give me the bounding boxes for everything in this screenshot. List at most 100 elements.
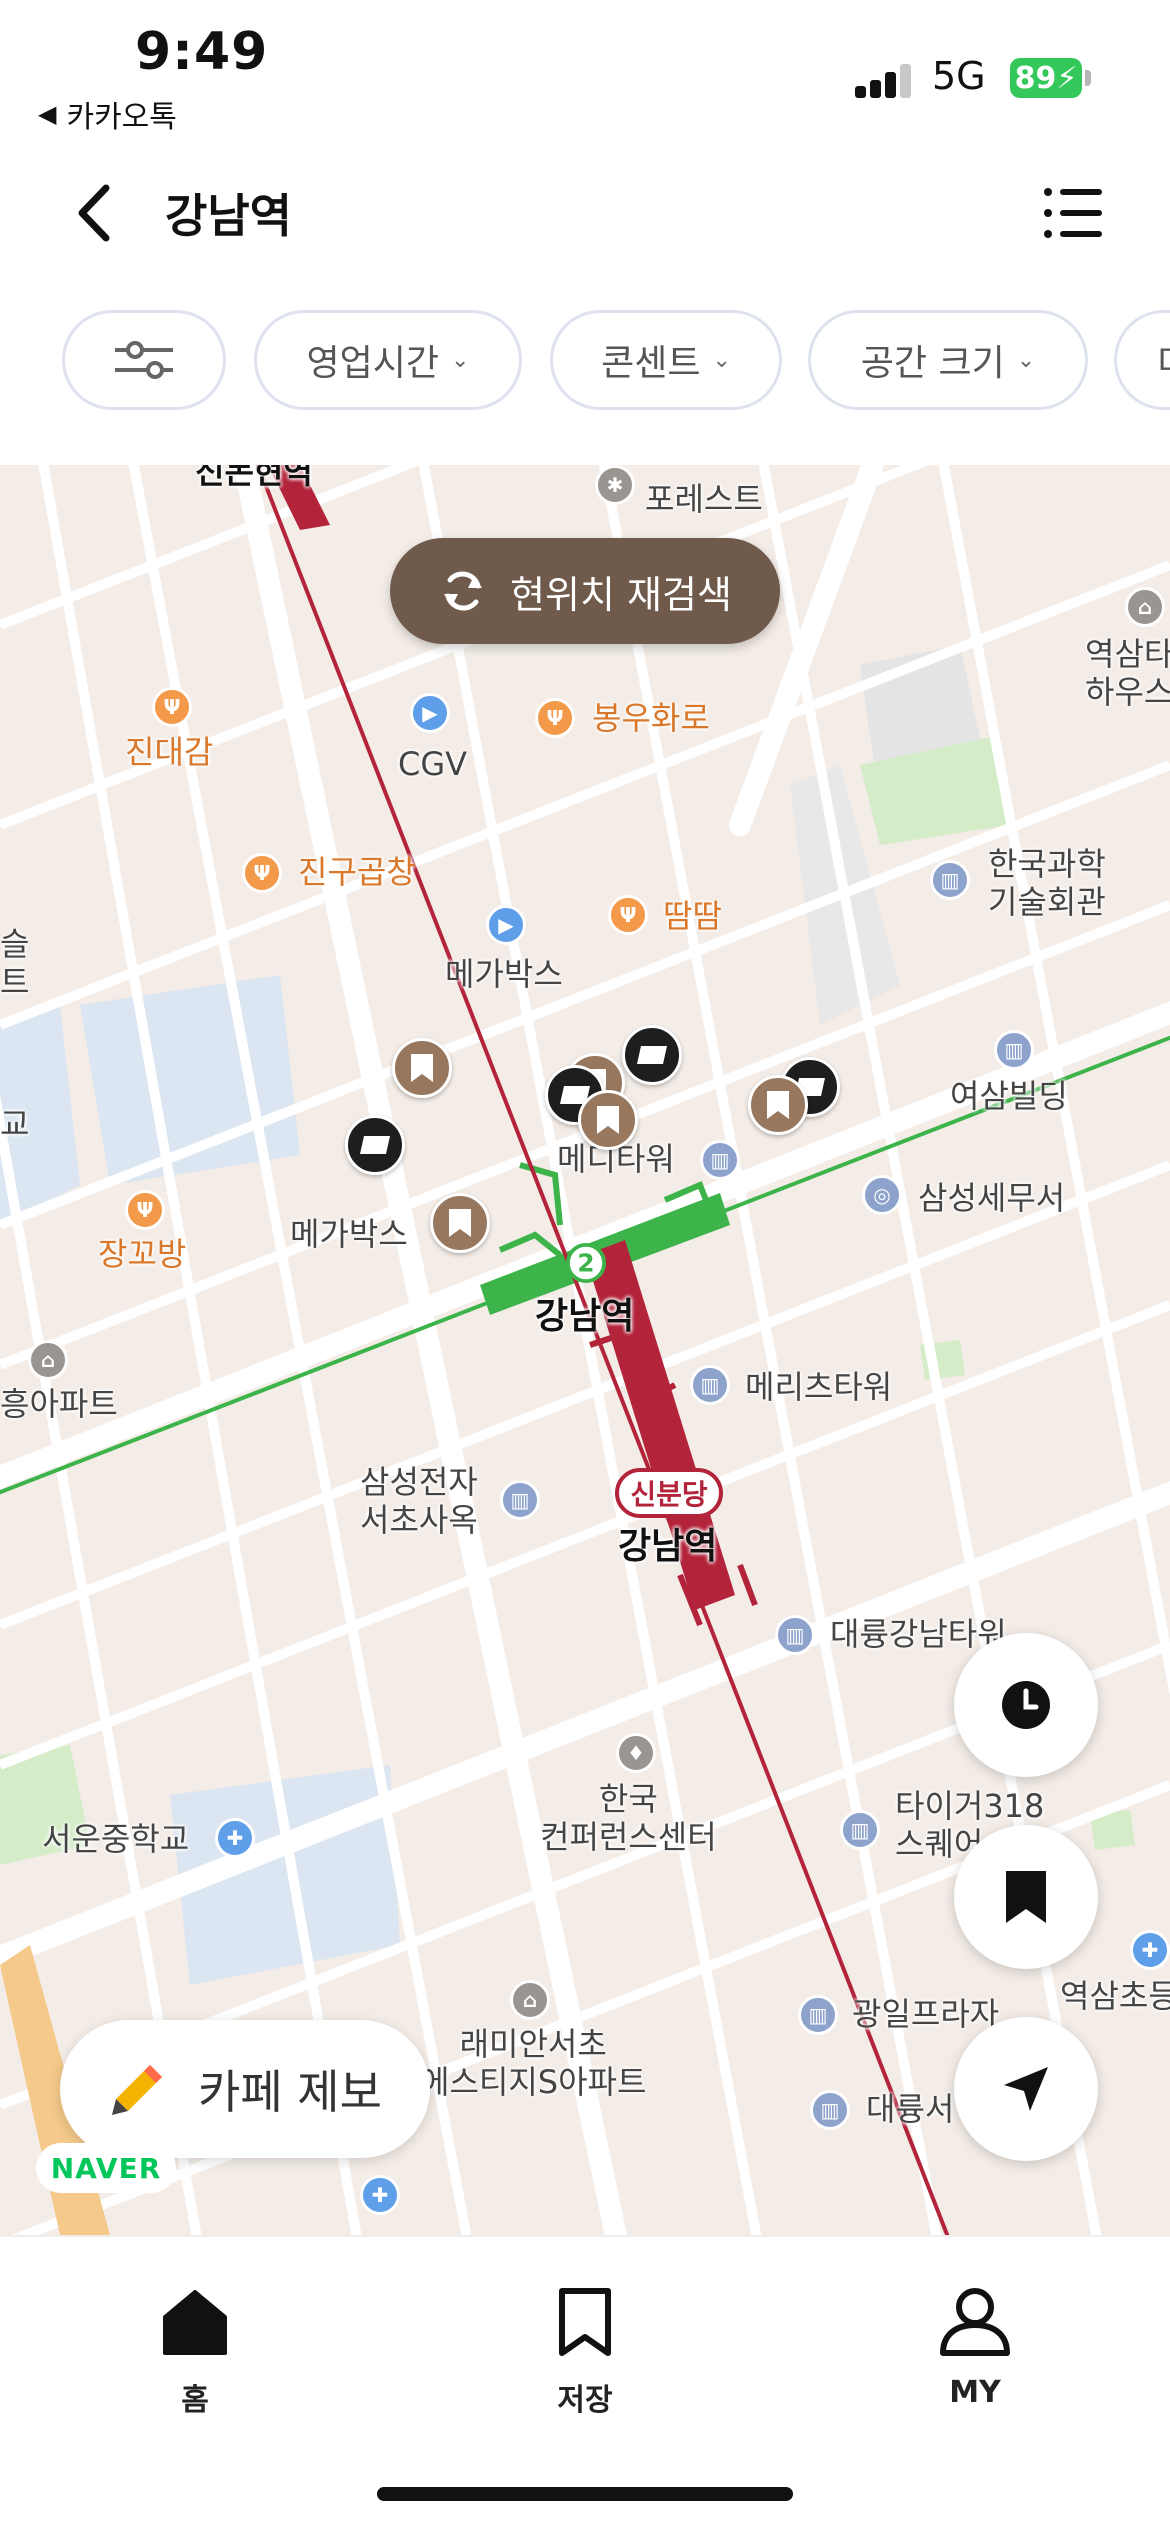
map-label: 삼성세무서: [918, 1179, 1066, 1217]
filter-hours-label: 영업시간: [306, 343, 440, 384]
battery-level: 89: [1014, 60, 1057, 96]
chevron-down-icon: ⌄: [712, 347, 731, 373]
report-cafe-button[interactable]: 카페 제보: [60, 2020, 430, 2158]
government-icon: ◎: [862, 1175, 902, 1215]
research-here-button[interactable]: 현위치 재검색: [390, 538, 780, 644]
filter-outlet-label: 콘센트: [601, 343, 701, 384]
list-view-icon[interactable]: [1040, 180, 1106, 246]
station-label-sinbundang[interactable]: 강남역: [618, 1525, 717, 1568]
apartment-icon: ⌂: [1125, 587, 1165, 627]
map-label: 봉우화로: [592, 699, 710, 737]
line2-badge-icon: 2: [566, 1243, 606, 1283]
signal-icon: [855, 62, 915, 98]
building-icon: ▥: [810, 2090, 850, 2130]
study-cafe-pin[interactable]: [622, 1025, 682, 1085]
naver-logo: NAVER: [36, 2143, 176, 2193]
network-label: 5G: [932, 54, 986, 98]
cinema-icon: ▶: [410, 693, 450, 733]
bookmark-icon: [449, 1209, 471, 1237]
back-app-label: 카카오톡: [66, 100, 177, 135]
school-icon: ✚: [360, 2175, 400, 2215]
clock-icon: [1002, 1681, 1050, 1729]
bookmark-outline-icon: [559, 2288, 611, 2356]
map-label: 진대감: [125, 733, 214, 771]
nav-my[interactable]: MY: [895, 2287, 1055, 2410]
map-label: 대륭서: [866, 2090, 955, 2128]
landmark-icon: ♦: [616, 1733, 656, 1773]
restaurant-icon: Ψ: [242, 853, 282, 893]
map-base: [0, 465, 1170, 2235]
cafe-pin[interactable]: [748, 1075, 808, 1135]
nav-my-label: MY: [949, 2375, 1001, 2410]
restaurant-icon: Ψ: [125, 1190, 165, 1230]
filter-space-label: 공간 크기: [860, 343, 1005, 384]
ticket-icon: [637, 1046, 667, 1064]
navigation-arrow-icon: [1004, 2067, 1048, 2111]
saved-places-button[interactable]: [954, 1825, 1098, 1969]
chevron-down-icon: ⌄: [451, 347, 470, 373]
map-label: 메가박스: [290, 1215, 408, 1253]
cafe-pin[interactable]: [578, 1090, 638, 1150]
map-label: CGV: [398, 745, 468, 783]
nav-home-label: 홈: [181, 2383, 209, 2418]
map-view[interactable]: 신논현역 포레스트 ✱ Ψ 진대감 ▶ CGV Ψ 봉우화로 ⌂ 역삼타 하우스 …: [0, 465, 1170, 2235]
station-label-line2[interactable]: 강남역: [535, 1295, 634, 1338]
back-arrow-icon[interactable]: [62, 178, 132, 248]
apartment-icon: ⌂: [28, 1340, 68, 1380]
research-label: 현위치 재검색: [510, 572, 732, 617]
back-to-app-link[interactable]: ◀ 카카오톡: [38, 92, 177, 136]
map-label: 한국 컨퍼런스센터: [540, 1780, 717, 1857]
refresh-icon: [444, 571, 483, 611]
map-label: 여삼빌딩: [950, 1077, 1068, 1115]
filter-hours-chip[interactable]: 영업시간 ⌄: [254, 310, 522, 410]
map-label: 장꼬방: [98, 1235, 187, 1273]
cafe-pin[interactable]: [430, 1193, 490, 1253]
building-icon: ▥: [840, 1810, 880, 1850]
school-icon: ✚: [1130, 1930, 1170, 1970]
status-bar: 9:49 ◀ 카카오톡 5G 89 ⚡: [0, 0, 1170, 150]
status-time: 9:49: [135, 22, 269, 82]
home-icon: [163, 2290, 227, 2355]
map-label: 메리츠타워: [745, 1368, 893, 1406]
map-label: 흥아파트: [0, 1385, 118, 1423]
cinema-icon: ▶: [486, 905, 526, 945]
map-label: 광일프라자: [852, 1995, 1000, 2033]
bookmark-icon: [1006, 1871, 1046, 1923]
map-label: 포레스트: [645, 480, 763, 518]
filter-space-chip[interactable]: 공간 크기 ⌄: [808, 310, 1088, 410]
map-label: 교: [0, 1105, 30, 1143]
map-label: 래미안서초 에스티지S아파트: [420, 2025, 647, 2102]
battery-icon: 89 ⚡: [1010, 58, 1082, 98]
ticket-icon: [360, 1136, 390, 1154]
building-icon: ▥: [700, 1140, 740, 1180]
building-icon: ▥: [994, 1030, 1034, 1070]
header: 강남역: [0, 160, 1170, 270]
cafe-pin[interactable]: [392, 1038, 452, 1098]
study-cafe-pin[interactable]: [345, 1115, 405, 1175]
map-label: 땀땀: [663, 897, 722, 935]
pencil-icon: [112, 2065, 162, 2115]
map-label: 역삼초등: [1060, 1977, 1170, 2015]
filter-more-chip[interactable]: 미: [1114, 310, 1170, 410]
my-location-button[interactable]: [954, 2017, 1098, 2161]
map-label: 역삼타 하우스: [1085, 635, 1170, 712]
home-indicator: [377, 2487, 793, 2501]
building-icon: ▥: [690, 1365, 730, 1405]
user-icon: [940, 2288, 1010, 2356]
apartment-icon: ⌂: [510, 1980, 550, 2020]
nav-home[interactable]: 홈: [115, 2287, 275, 2419]
bookmark-icon: [597, 1106, 619, 1134]
map-label: 신논현역: [195, 465, 313, 491]
filter-bar: 영업시간 ⌄ 콘센트 ⌄ 공간 크기 ⌄ 미: [0, 305, 1170, 415]
line2-number: 2: [577, 1249, 594, 1278]
ferris-wheel-icon: ✱: [595, 465, 635, 505]
map-label: 진구곱창: [298, 853, 416, 891]
back-triangle-icon: ◀: [38, 100, 57, 128]
recent-history-button[interactable]: [954, 1633, 1098, 1777]
chevron-down-icon: ⌄: [1016, 347, 1036, 373]
nav-saved[interactable]: 저장: [505, 2287, 665, 2419]
filter-settings-button[interactable]: [62, 310, 226, 410]
filter-outlet-chip[interactable]: 콘센트 ⌄: [550, 310, 782, 410]
filter-more-label: 미: [1157, 334, 1170, 386]
restaurant-icon: Ψ: [535, 698, 575, 738]
